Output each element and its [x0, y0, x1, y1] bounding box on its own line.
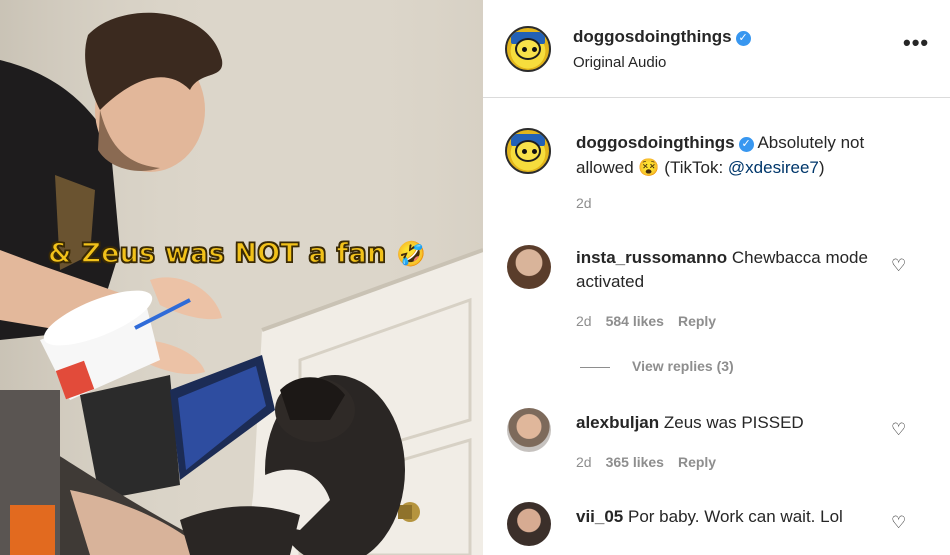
comment-text: vii_05 Por baby. Work can wait. Lol: [576, 505, 866, 529]
caption-body-continued: (TikTok:: [664, 158, 724, 177]
video-caption-overlay: & Zeus was NOT a fan 🤣: [47, 237, 427, 270]
caption-author-avatar[interactable]: [505, 128, 551, 174]
comment-likes[interactable]: 365 likes: [606, 454, 664, 470]
video-player[interactable]: & Zeus was NOT a fan 🤣: [0, 0, 483, 555]
caption-text: doggosdoingthings ✓ Absolutely not allowe…: [576, 130, 926, 180]
author-avatar[interactable]: [505, 26, 551, 72]
heart-icon[interactable]: ♡: [891, 420, 906, 440]
comment-timestamp[interactable]: 2d: [576, 313, 592, 329]
view-replies-button[interactable]: View replies (3): [580, 358, 734, 374]
verified-badge-icon: ✓: [738, 137, 754, 152]
reply-button[interactable]: Reply: [678, 454, 716, 470]
comment-meta: 2d 584 likes Reply: [576, 313, 730, 329]
mention-link[interactable]: @xdesiree7: [728, 158, 819, 177]
comment-body: Zeus was PISSED: [663, 413, 804, 432]
commenter-avatar[interactable]: [507, 408, 551, 452]
caption-username[interactable]: doggosdoingthings: [576, 133, 735, 152]
comment-text: insta_russomanno Chewbacca mode activate…: [576, 246, 876, 294]
commenter-username[interactable]: vii_05: [576, 507, 623, 526]
comment-text: alexbuljan Zeus was PISSED: [576, 411, 876, 435]
comment-meta: 2d 365 likes Reply: [576, 454, 730, 470]
video-caption-text: & Zeus was NOT a fan: [47, 237, 387, 270]
comment-likes[interactable]: 584 likes: [606, 313, 664, 329]
verified-badge-icon: ✓: [735, 31, 751, 46]
commenter-avatar[interactable]: [507, 245, 551, 289]
dizzy-face-emoji-icon: 😵: [638, 158, 660, 177]
more-options-icon[interactable]: •••: [903, 32, 929, 54]
heart-icon[interactable]: ♡: [891, 256, 906, 276]
author-username[interactable]: doggosdoingthings: [573, 27, 732, 46]
commenter-avatar[interactable]: [507, 502, 551, 546]
caption-close-paren: ): [818, 158, 825, 177]
video-frame-illustration: [0, 0, 483, 555]
comment-timestamp[interactable]: 2d: [576, 454, 592, 470]
commenter-username[interactable]: insta_russomanno: [576, 248, 727, 267]
reply-button[interactable]: Reply: [678, 313, 716, 329]
rofl-emoji-icon: 🤣: [395, 240, 427, 268]
post-header: doggosdoingthings ✓ Original Audio •••: [483, 0, 950, 98]
caption-timestamp[interactable]: 2d: [576, 195, 592, 211]
heart-icon[interactable]: ♡: [891, 513, 906, 533]
commenter-username[interactable]: alexbuljan: [576, 413, 659, 432]
audio-link[interactable]: Original Audio: [573, 54, 666, 71]
view-replies-divider: [580, 366, 610, 368]
post-details-panel: doggosdoingthings ✓ Original Audio ••• do…: [483, 0, 950, 555]
comment-body: Por baby. Work can wait. Lol: [628, 507, 843, 526]
view-replies-label: View replies (3): [632, 358, 734, 374]
